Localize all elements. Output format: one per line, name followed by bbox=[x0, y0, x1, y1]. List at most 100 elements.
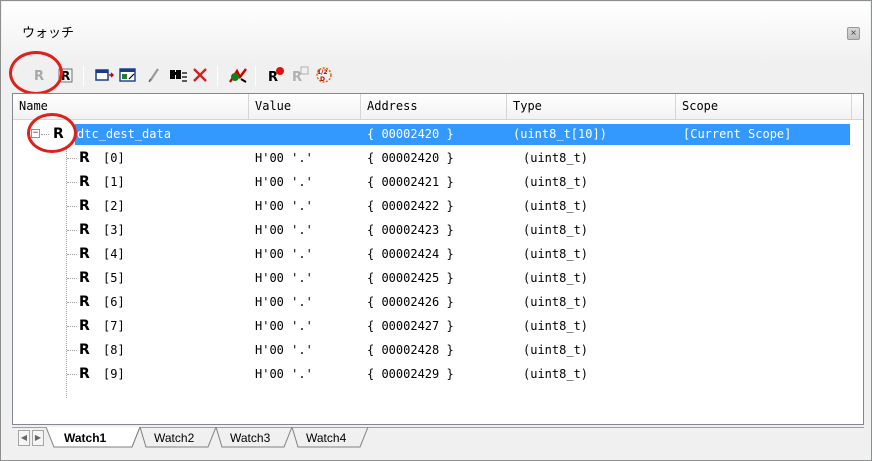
sheet-tab-bar: ◀ ▶ Watch1 Watch2 Watch3 Watch4 bbox=[12, 427, 864, 449]
row-address: { 00002424 } bbox=[367, 247, 454, 261]
svg-text:D: D bbox=[320, 76, 325, 83]
tree-guide-line bbox=[67, 302, 77, 303]
tab-watch2[interactable]: Watch2 bbox=[150, 428, 198, 448]
row-value[interactable]: H'00 '.' bbox=[255, 266, 313, 290]
row-address: { 00002422 } bbox=[367, 199, 454, 213]
tree-guide-line bbox=[67, 350, 77, 351]
row-address: { 00002423 } bbox=[367, 223, 454, 237]
row-name: [7] bbox=[103, 319, 125, 333]
register-r-icon: R bbox=[79, 318, 90, 334]
tree-guide-line bbox=[67, 374, 77, 375]
register-icon[interactable]: R bbox=[55, 64, 77, 86]
column-header-value[interactable]: Value bbox=[249, 94, 361, 119]
tab-watch1[interactable]: Watch1 bbox=[60, 428, 110, 448]
row-name: [6] bbox=[103, 295, 125, 309]
row-scope: [Current Scope] bbox=[683, 127, 792, 141]
row-value[interactable]: H'00 '.' bbox=[255, 170, 313, 194]
watch-grid: Name Value Address Type Scope − R dtc_de… bbox=[12, 93, 864, 425]
register-breakpoint-icon[interactable]: R bbox=[265, 64, 287, 86]
row-name: [9] bbox=[103, 367, 125, 381]
toolbar-separator bbox=[83, 66, 84, 86]
svg-text:R: R bbox=[34, 69, 44, 84]
register-r-icon: R bbox=[79, 342, 90, 358]
row-address: { 00002421 } bbox=[367, 175, 454, 189]
table-row[interactable]: R [9] H'00 '.' { 00002429 } (uint8_t) bbox=[13, 362, 863, 386]
register-r-icon: R bbox=[79, 294, 90, 310]
row-address: { 00002427 } bbox=[367, 319, 454, 333]
table-row[interactable]: R [2] H'00 '.' { 00002422 } (uint8_t) bbox=[13, 194, 863, 218]
row-value[interactable]: H'00 '.' bbox=[255, 338, 313, 362]
row-value[interactable]: H'00 '.' bbox=[255, 218, 313, 242]
row-address: { 00002429 } bbox=[367, 367, 454, 381]
window-title: ウォッチ bbox=[22, 26, 75, 41]
toolbar-separator bbox=[217, 66, 218, 86]
tree-guide-line bbox=[67, 158, 77, 159]
row-address: { 00002420 } bbox=[367, 151, 454, 165]
column-header-scope[interactable]: Scope bbox=[676, 94, 852, 119]
column-header-type[interactable]: Type bbox=[507, 94, 676, 119]
row-type: (uint8_t) bbox=[523, 319, 589, 333]
row-type: (uint8_t) bbox=[523, 367, 589, 381]
row-value[interactable]: H'00 '.' bbox=[255, 194, 313, 218]
tab-scroll-left-icon[interactable]: ◀ bbox=[18, 430, 30, 446]
register-r-icon: R bbox=[79, 246, 90, 262]
row-value[interactable]: H'00 '.' bbox=[255, 290, 313, 314]
register-r-icon: R bbox=[79, 150, 90, 166]
realtime-icon[interactable]: 1/2 D bbox=[313, 64, 335, 86]
row-value[interactable]: H'00 '.' bbox=[255, 242, 313, 266]
row-type: (uint8_t) bbox=[523, 175, 589, 189]
row-value[interactable]: H'00 '.' bbox=[255, 146, 313, 170]
row-name: [0] bbox=[103, 151, 125, 165]
tree-guide-line bbox=[67, 206, 77, 207]
register-r-icon: R bbox=[79, 174, 90, 190]
tree-guide-line bbox=[67, 254, 77, 255]
tree-guide-line bbox=[67, 326, 77, 327]
row-type: (uint8_t) bbox=[523, 295, 589, 309]
register-r-icon: R bbox=[79, 222, 90, 238]
row-name: dtc_dest_data bbox=[77, 127, 171, 141]
row-name: [4] bbox=[103, 247, 125, 261]
column-header-name[interactable]: Name bbox=[13, 94, 249, 119]
title-bar[interactable]: ウォッチ × bbox=[2, 2, 870, 60]
window-icon[interactable] bbox=[93, 64, 115, 86]
table-row[interactable]: R [6] H'00 '.' { 00002426 } (uint8_t) bbox=[13, 290, 863, 314]
tab-scroll-right-icon[interactable]: ▶ bbox=[32, 430, 44, 446]
row-type: (uint8_t) bbox=[523, 271, 589, 285]
table-row[interactable]: R [3] H'00 '.' { 00002423 } (uint8_t) bbox=[13, 218, 863, 242]
delete-icon[interactable] bbox=[189, 64, 211, 86]
row-type: (uint8_t) bbox=[523, 223, 589, 237]
tab-watch3[interactable]: Watch3 bbox=[226, 428, 274, 448]
row-name: [5] bbox=[103, 271, 125, 285]
register-r-icon: R bbox=[79, 366, 90, 382]
row-value[interactable]: H'00 '.' bbox=[255, 314, 313, 338]
toolbar-separator bbox=[255, 66, 256, 86]
column-header-address[interactable]: Address bbox=[361, 94, 507, 119]
table-row[interactable]: R [5] H'00 '.' { 00002425 } (uint8_t) bbox=[13, 266, 863, 290]
row-type: (uint8_t[10]) bbox=[513, 127, 607, 141]
row-name: [3] bbox=[103, 223, 125, 237]
table-row[interactable]: R [8] H'00 '.' { 00002428 } (uint8_t) bbox=[13, 338, 863, 362]
row-type: (uint8_t) bbox=[523, 247, 589, 261]
table-row[interactable]: R [0] H'00 '.' { 00002420 } (uint8_t) bbox=[13, 146, 863, 170]
tab-watch4[interactable]: Watch4 bbox=[302, 428, 350, 448]
edit-pencil-icon[interactable] bbox=[143, 64, 165, 86]
svg-text:R: R bbox=[61, 69, 70, 83]
table-row[interactable]: R [4] H'00 '.' { 00002424 } (uint8_t) bbox=[13, 242, 863, 266]
table-row[interactable]: − R dtc_dest_data { 00002420 } (uint8_t[… bbox=[13, 122, 863, 146]
collapse-toggle-icon[interactable]: − bbox=[31, 129, 40, 138]
find-icon[interactable] bbox=[167, 64, 189, 86]
table-row[interactable]: R [1] H'00 '.' { 00002421 } (uint8_t) bbox=[13, 170, 863, 194]
watch-window: ウォッチ × R R R R 1/2 D Name Value Address … bbox=[0, 0, 872, 461]
register-breakpoint-disabled-icon[interactable]: R bbox=[289, 64, 311, 86]
toolbar: R R R R 1/2 D bbox=[13, 61, 393, 91]
close-button[interactable]: × bbox=[847, 27, 860, 40]
row-value[interactable]: H'00 '.' bbox=[255, 362, 313, 386]
refresh-icon[interactable] bbox=[227, 64, 249, 86]
register-disabled-icon[interactable]: R bbox=[29, 64, 51, 86]
tree-guide-line bbox=[67, 278, 77, 279]
tree-guide-line bbox=[67, 230, 77, 231]
row-address: { 00002428 } bbox=[367, 343, 454, 357]
table-row[interactable]: R [7] H'00 '.' { 00002427 } (uint8_t) bbox=[13, 314, 863, 338]
memory-view-icon[interactable] bbox=[117, 64, 139, 86]
row-type: (uint8_t) bbox=[523, 343, 589, 357]
